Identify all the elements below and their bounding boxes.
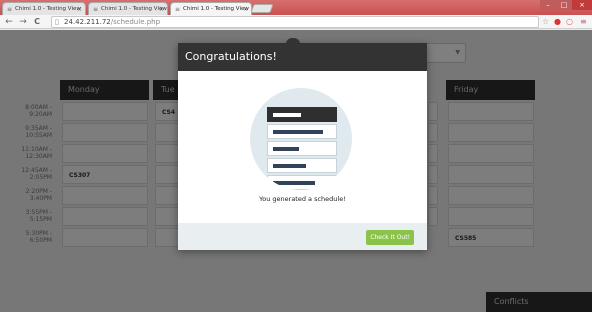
tab-title: Chimi 1.0 - Testing View [183, 6, 249, 12]
close-icon[interactable]: × [159, 3, 164, 15]
document-bar [273, 147, 299, 151]
page-icon: ▯ [55, 18, 59, 26]
modal-header: Congratulations! [178, 38, 427, 71]
url-host: 24.42.211.72 [64, 18, 111, 26]
document-bar [273, 164, 306, 168]
document-row [267, 175, 337, 190]
url-text: 24.42.211.72/schedule.php [64, 18, 160, 27]
modal-body: You generated a schedule! [178, 71, 427, 223]
menu-icon[interactable]: ≡ [580, 16, 587, 28]
page-favicon-icon: ≡ [7, 6, 13, 13]
forward-arrow-icon[interactable]: → [18, 16, 28, 28]
document-row [267, 141, 337, 156]
document-row [267, 158, 337, 173]
document-bar [273, 113, 301, 117]
browser-toolbar: ← → C ▯ 24.42.211.72/schedule.php ☆ ● ○ … [0, 15, 592, 29]
document-icon [267, 107, 337, 190]
browser-tab-3[interactable]: ≡ Chimi 1.0 - Testing View × [170, 2, 252, 15]
document-bar [273, 130, 323, 134]
address-bar[interactable]: ▯ 24.42.211.72/schedule.php [51, 16, 539, 28]
url-path: /schedule.php [110, 18, 161, 26]
browser-tab-bar: ≡ Chimi 1.0 - Testing View × ≡ Chimi 1.0 - … [0, 0, 592, 15]
extension-icon-2[interactable]: ○ [566, 16, 573, 28]
check-it-out-button[interactable]: Check It Out! [366, 230, 414, 245]
modal-title: Congratulations! [185, 50, 277, 63]
close-icon[interactable]: × [243, 3, 248, 15]
back-arrow-icon[interactable]: ← [4, 16, 14, 28]
document-bar [273, 181, 315, 185]
browser-tab-1[interactable]: ≡ Chimi 1.0 - Testing View × [2, 2, 86, 15]
reload-icon[interactable]: C [32, 16, 42, 28]
window-close-icon[interactable]: × [572, 0, 592, 10]
extension-icon[interactable]: ● [554, 16, 561, 28]
modal-badge [286, 38, 300, 44]
star-icon[interactable]: ☆ [542, 16, 549, 28]
page-favicon-icon: ≡ [175, 6, 181, 13]
document-row [267, 124, 337, 139]
maximize-icon[interactable]: □ [556, 0, 572, 10]
schedule-illustration-icon [250, 88, 352, 190]
tab-title: Chimi 1.0 - Testing View [15, 6, 81, 12]
document-row [267, 107, 337, 122]
new-tab-button[interactable] [250, 4, 274, 13]
tab-title: Chimi 1.0 - Testing View [101, 6, 167, 12]
browser-tab-2[interactable]: ≡ Chimi 1.0 - Testing View × [88, 2, 168, 15]
minimize-icon[interactable]: – [540, 0, 556, 10]
modal-footer: Check It Out! [178, 223, 427, 250]
congratulations-modal: Congratulations! You generated a schedul… [178, 38, 427, 250]
page-favicon-icon: ≡ [93, 6, 99, 13]
close-icon[interactable]: × [77, 3, 82, 15]
success-message: You generated a schedule! [259, 195, 346, 203]
